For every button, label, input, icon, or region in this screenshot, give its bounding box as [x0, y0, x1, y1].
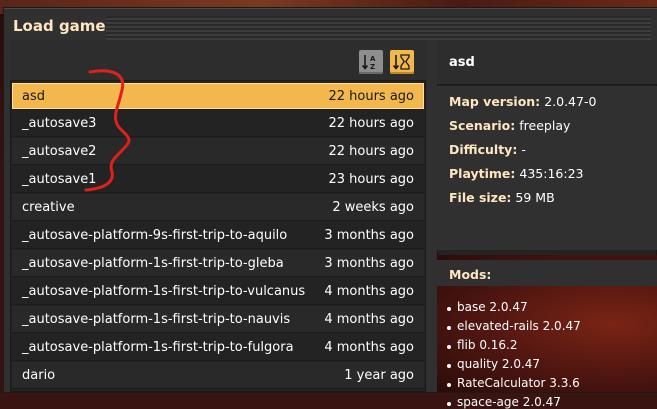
save-time: 1 year ago	[344, 367, 414, 383]
save-name: _autosave-platform-9s-first-trip-to-aqui…	[22, 227, 288, 243]
save-info: Map version: 2.0.47-0 Scenario: freeplay D…	[437, 86, 657, 250]
difficulty-value: -	[521, 142, 526, 157]
mod-item: quality 2.0.47	[446, 357, 541, 371]
mod-item: flib 0.16.2	[447, 338, 518, 352]
save-time: 4 months ago	[324, 311, 414, 327]
difficulty-label: Difficulty:	[449, 142, 518, 157]
map-version-label: Map version:	[449, 94, 541, 109]
window-title: Load game	[13, 17, 106, 35]
mod-item: space-age 2.0.47	[447, 395, 561, 409]
sort-toolbar: A Z	[10, 40, 426, 81]
playtime-line: Playtime: 435:16:23	[449, 166, 584, 181]
save-row-asd[interactable]: asd 22 hours ago	[12, 83, 424, 110]
playtime-label: Playtime:	[449, 166, 516, 181]
mod-item: RateCalculator 3.3.6	[447, 376, 580, 390]
map-version-value: 2.0.47-0	[544, 94, 597, 109]
save-time: 3 months ago	[324, 227, 414, 243]
save-time: 22 hours ago	[328, 115, 414, 131]
save-time: 4 months ago	[324, 339, 414, 355]
details-title: asd	[449, 55, 475, 70]
difficulty-line: Difficulty: -	[449, 142, 526, 157]
save-row[interactable]: dario 1 year ago	[12, 362, 424, 389]
save-name: _autosave2	[22, 143, 97, 159]
save-time: 22 hours ago	[328, 143, 414, 159]
save-time: 3 months ago	[324, 255, 414, 271]
sort-by-time-button[interactable]	[390, 50, 414, 74]
svg-text:A: A	[370, 55, 376, 63]
save-row[interactable]: _autosave-platform-1s-first-trip-to-gleb…	[12, 250, 424, 277]
save-row[interactable]: _autosave-platform-1s-first-trip-to-nauv…	[12, 306, 424, 333]
save-row[interactable]: _autosave-platform-1s-first-trip-to-fulg…	[12, 334, 424, 361]
save-row[interactable]: _autosave2 22 hours ago	[12, 138, 424, 165]
save-row[interactable]: creative 2 weeks ago	[12, 194, 424, 221]
save-name: _autosave-platform-1s-first-trip-to-gleb…	[22, 255, 284, 271]
save-details-panel: asd Map version: 2.0.47-0 Scenario: freepl…	[437, 40, 657, 409]
scenario-value: freeplay	[519, 118, 571, 133]
filesize-line: File size: 59 MB	[449, 190, 555, 205]
save-name: creative	[22, 199, 75, 215]
save-row[interactable]: _autosave3 22 hours ago	[12, 110, 424, 137]
mods-header: Mods:	[449, 267, 492, 282]
save-time: 23 hours ago	[328, 171, 414, 187]
save-time: 2 weeks ago	[332, 199, 414, 215]
hourglass-icon	[393, 54, 410, 70]
title-drag-handle[interactable]	[106, 16, 651, 40]
save-list[interactable]: asd 22 hours ago _autosave3 22 hours ago…	[12, 83, 424, 392]
save-name: _autosave3	[22, 115, 97, 131]
save-row[interactable]: _autosave-platform-9s-first-trip-to-aqui…	[12, 222, 424, 249]
mods-section: Mods: base 2.0.47 elevated-rails 2.0.47 …	[437, 255, 657, 409]
save-row[interactable]: _autosave1 23 hours ago	[12, 166, 424, 193]
scenario-label: Scenario:	[449, 118, 516, 133]
details-header: asd	[437, 40, 657, 85]
playtime-value: 435:16:23	[519, 166, 584, 181]
save-name: _autosave-platform-1s-first-trip-to-nauv…	[22, 311, 291, 327]
sort-alphabetical-button[interactable]: A Z	[359, 50, 383, 74]
map-version-line: Map version: 2.0.47-0	[449, 94, 596, 109]
save-time: 4 months ago	[324, 283, 414, 299]
svg-text:Z: Z	[370, 63, 375, 71]
mod-item: base 2.0.47	[447, 300, 528, 314]
save-name: _autosave-platform-1s-first-trip-to-vulc…	[22, 283, 306, 299]
save-name: dario	[22, 367, 56, 383]
mod-item: elevated-rails 2.0.47	[447, 319, 581, 333]
save-row[interactable]: _autosave-platform-1s-first-trip-to-vulc…	[12, 278, 424, 305]
save-list-panel: A Z asd 22 hours ago _autosave3 22 hours…	[10, 40, 426, 392]
save-name: _autosave-platform-1s-first-trip-to-fulg…	[22, 339, 294, 355]
filesize-label: File size:	[449, 190, 512, 205]
save-time: 22 hours ago	[328, 88, 414, 104]
filesize-value: 59 MB	[515, 190, 555, 205]
save-name: asd	[22, 88, 45, 104]
scenario-line: Scenario: freeplay	[449, 118, 570, 133]
save-name: _autosave1	[22, 171, 97, 187]
sort-az-icon: A Z	[362, 55, 376, 71]
